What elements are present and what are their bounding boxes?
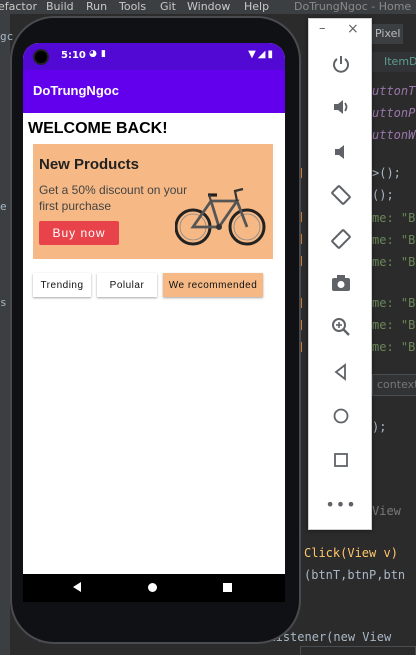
overview-icon[interactable] bbox=[327, 446, 355, 474]
wifi-signal-battery-icons: ▼◢▮ bbox=[248, 49, 275, 60]
more-icon[interactable]: ••• bbox=[325, 490, 355, 518]
status-bar: 5:10 ◕ ▮ ▼◢▮ bbox=[23, 43, 285, 70]
tab-itemd[interactable]: ItemD bbox=[372, 52, 416, 72]
code-line: me: "B bbox=[372, 296, 416, 310]
power-icon[interactable] bbox=[327, 50, 355, 78]
tab-we-recommended[interactable]: We recommended bbox=[163, 273, 263, 297]
code-line: uttonT bbox=[372, 84, 416, 98]
menu-help[interactable]: Help bbox=[244, 0, 269, 14]
parameter-hint: context bbox=[372, 374, 416, 396]
nav-back-icon[interactable] bbox=[73, 582, 81, 592]
code-line: View bbox=[372, 504, 401, 518]
rotate-right-icon[interactable] bbox=[327, 225, 355, 253]
buy-now-button[interactable]: Buy now bbox=[39, 221, 119, 245]
bicycle-image bbox=[175, 187, 266, 246]
window-title: DoTrungNgoc - Home bbox=[294, 0, 412, 13]
camera-icon[interactable] bbox=[327, 269, 355, 297]
menu-refactor[interactable]: efactor bbox=[0, 0, 37, 14]
menu-tools[interactable]: Tools bbox=[119, 0, 146, 14]
front-camera bbox=[33, 49, 49, 65]
volume-up-icon[interactable] bbox=[327, 93, 355, 121]
home-icon[interactable] bbox=[327, 402, 355, 430]
menu-run[interactable]: Run bbox=[86, 0, 107, 14]
ide-left-strip bbox=[0, 14, 10, 655]
code-line: me: "B bbox=[372, 255, 416, 269]
menu-git[interactable]: Git bbox=[160, 0, 176, 14]
left-fragment: e bbox=[0, 200, 7, 213]
back-icon[interactable] bbox=[327, 358, 355, 386]
nav-home-icon[interactable] bbox=[148, 583, 157, 592]
left-fragment: s bbox=[0, 296, 7, 309]
code-line: ); bbox=[372, 420, 387, 434]
phone-screen: 5:10 ◕ ▮ ▼◢▮ DoTrungNgoc WELCOME BACK! N… bbox=[23, 43, 285, 602]
status-time: 5:10 bbox=[61, 50, 86, 61]
code-line: >(); bbox=[372, 166, 401, 180]
tab-trending[interactable]: Trending bbox=[33, 273, 91, 297]
nav-recents-icon[interactable] bbox=[223, 583, 232, 592]
app-bar: DoTrungNgoc bbox=[23, 70, 285, 113]
menu-window[interactable]: Window bbox=[187, 0, 230, 14]
zoom-icon[interactable] bbox=[327, 313, 355, 341]
code-line: Click(View v) bbox=[304, 546, 398, 560]
code-line: me: "B bbox=[372, 318, 416, 332]
welcome-heading: WELCOME BACK! bbox=[28, 120, 168, 137]
code-line: me: "B bbox=[372, 233, 416, 247]
rotate-left-icon[interactable] bbox=[327, 181, 355, 209]
banner-description: Get a 50% discount on your first purchas… bbox=[39, 183, 188, 213]
banner-headline: New Products bbox=[39, 156, 140, 173]
code-popup bbox=[300, 646, 416, 655]
close-icon[interactable]: × bbox=[347, 21, 359, 37]
menu-build[interactable]: Build bbox=[46, 0, 74, 14]
tab-pixel[interactable]: Pixel bbox=[372, 24, 404, 44]
code-line: (); bbox=[372, 188, 394, 202]
code-line: me: "B bbox=[372, 340, 416, 354]
left-fragment: gc bbox=[0, 30, 14, 43]
code-line: me: "B bbox=[372, 211, 416, 225]
android-nav-bar bbox=[23, 574, 285, 602]
sd-card-icon: ▮ bbox=[101, 49, 106, 59]
ide-menubar: efactor Build Run Tools Git Window Help … bbox=[0, 0, 416, 14]
sync-icon: ◕ bbox=[89, 49, 97, 59]
code-line: uttonP bbox=[372, 106, 416, 120]
code-line: uttonW bbox=[372, 128, 416, 142]
emulator-toolbar: – × ••• bbox=[308, 18, 372, 530]
code-line: (btnT,btnP,btn bbox=[304, 568, 406, 582]
promo-banner[interactable]: New Products Get a 50% discount on your … bbox=[33, 144, 273, 259]
volume-down-icon[interactable] bbox=[327, 138, 355, 166]
tab-popular[interactable]: Polular bbox=[97, 273, 157, 297]
app-title: DoTrungNgoc bbox=[33, 83, 119, 98]
minimize-icon[interactable]: – bbox=[319, 21, 326, 36]
